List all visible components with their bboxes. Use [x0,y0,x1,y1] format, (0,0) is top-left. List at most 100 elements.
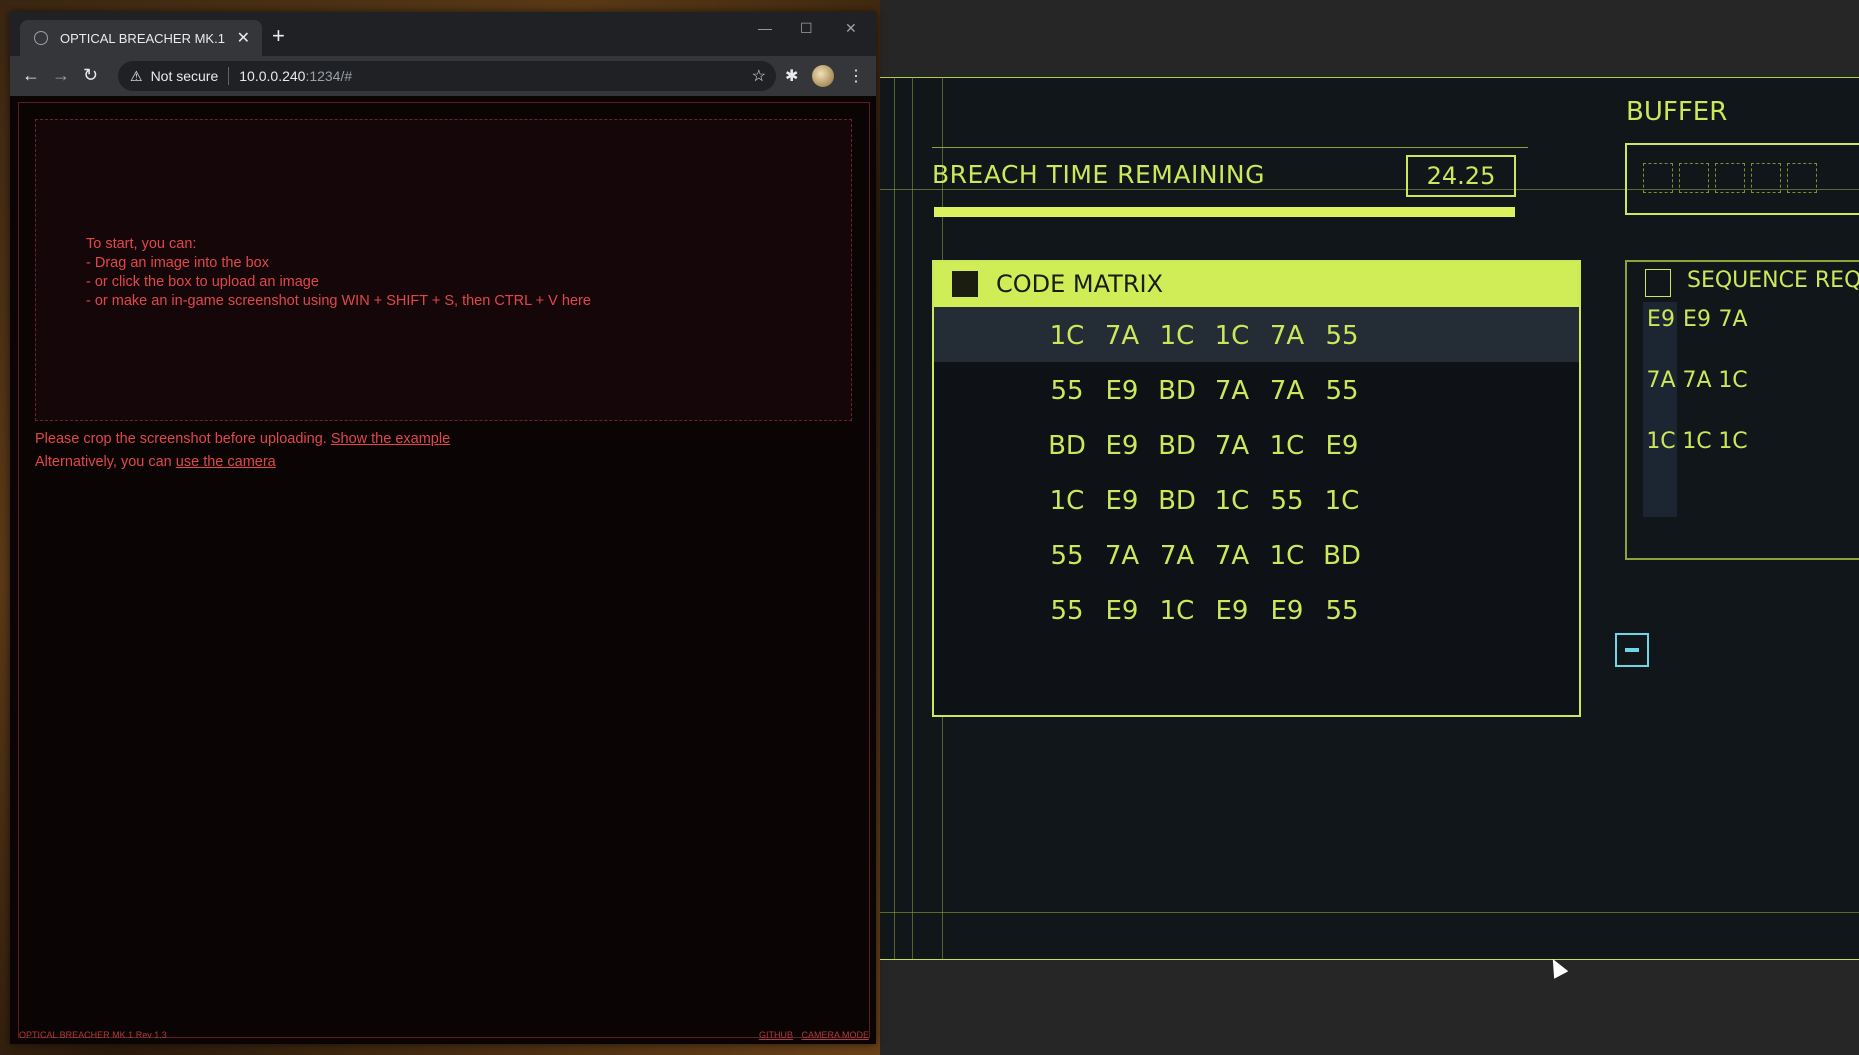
frame-line [880,77,1859,78]
code-cell: 1C [1159,321,1195,351]
code-matrix-row: 1C 7A 1C 1C 7A 55 [934,307,1579,362]
show-example-link[interactable]: Show the example [331,431,450,447]
tab-optical-breacher[interactable]: OPTICAL BREACHER MK.1 ✕ [20,20,262,56]
footer-links: GITHUB CAMERA MODE [753,1030,869,1040]
sequence-icon [1645,269,1671,297]
sequence-cell: 1C [1646,429,1676,454]
code-cell: 7A [1104,321,1140,351]
sequence-cell: 7A [1718,307,1748,332]
code-cell: 1C [1049,321,1085,351]
sequence-cell: E9 [1683,307,1711,332]
browser-window: OPTICAL BREACHER MK.1 ✕ + — ☐ ✕ ← → ↻ ⚠ … [10,12,876,1044]
camera-note-text: Alternatively, you can [35,454,172,470]
footer-version: OPTICAL BREACHER MK.1 Rev 1.3 [19,1030,167,1040]
page-content: To start, you can: - Drag an image into … [18,102,870,1040]
code-cell: 7A [1214,376,1250,406]
code-cell: BD [1048,431,1086,461]
code-matrix-row: 55 E9 BD 7A 7A 55 [934,362,1579,417]
buffer-label: BUFFER [1626,97,1728,127]
sequence-title: SEQUENCE REQU [1687,268,1859,293]
sequence-cell: 7A [1646,368,1676,393]
menu-icon[interactable]: ⋮ [848,66,864,86]
omnibox-divider [228,67,230,85]
code-cell: BD [1323,541,1361,571]
code-cell: 7A [1159,541,1195,571]
buffer-slot [1787,163,1817,193]
sequence-cell: E9 [1647,307,1675,332]
code-cell: E9 [1325,431,1359,461]
instruction-line: - Drag an image into the box [86,255,269,271]
breach-divider [932,147,1528,148]
sequence-cell: 1C [1718,368,1748,393]
code-cell: E9 [1270,596,1304,626]
buffer-slot [1643,163,1673,193]
buffer-slot [1679,163,1709,193]
url-host: 10.0.0.240 [239,68,306,84]
code-cell: 7A [1214,431,1250,461]
code-cell: 7A [1214,541,1250,571]
code-cell: 1C [1269,431,1305,461]
use-camera-link[interactable]: use the camera [176,454,276,470]
code-cell: 1C [1324,486,1360,516]
frame-line [894,77,895,960]
buffer-box [1625,143,1859,215]
sequence-panel: SEQUENCE REQU E9 E9 7A 7A 7A 1C 1C 1C 1C [1625,260,1859,560]
profile-avatar[interactable] [812,65,834,87]
code-matrix-row: BD E9 BD 7A 1C E9 [934,417,1579,472]
bookmark-star-icon[interactable]: ☆ [752,66,766,86]
instruction-line: To start, you can: [86,236,197,252]
code-cell: 1C [1214,486,1250,516]
code-cell: 55 [1050,596,1084,626]
dropzone-instructions: To start, you can: - Drag an image into … [86,235,591,311]
code-cell: 1C [1214,321,1250,351]
crop-note: Please crop the screenshot before upload… [35,431,450,447]
code-matrix-row: 55 E9 1C E9 E9 55 [934,582,1579,637]
back-button[interactable]: ← [22,65,40,85]
sequence-highlight-column [1643,302,1677,517]
code-cell: 1C [1269,541,1305,571]
code-cell: 7A [1104,541,1140,571]
sequence-cell: 7A [1682,368,1712,393]
instruction-line: - or make an in-game screenshot using WI… [86,293,591,309]
code-matrix-logo-icon [952,271,978,297]
crop-note-text: Please crop the screenshot before upload… [35,431,327,447]
security-status[interactable]: Not secure [151,68,219,84]
address-bar[interactable]: ⚠ Not secure 10.0.0.240:1234/# ☆ [118,61,776,91]
github-link[interactable]: GITHUB [759,1030,793,1040]
buffer-slot [1751,163,1781,193]
code-matrix-header: CODE MATRIX [934,262,1579,307]
extensions-icon[interactable]: ✱ [785,66,798,86]
url-path: :1234/# [305,68,353,84]
reload-button[interactable]: ↻ [83,65,98,85]
breach-time-bar [934,207,1515,217]
warning-icon[interactable]: ⚠ [130,68,143,85]
camera-note: Alternatively, you can use the camera [35,454,276,470]
code-cell: BD [1158,486,1196,516]
code-matrix-title: CODE MATRIX [996,270,1164,298]
tab-close-icon[interactable]: ✕ [237,28,250,48]
code-cell: E9 [1215,596,1249,626]
forward-button[interactable]: → [52,65,70,85]
minimize-button[interactable]: — [758,20,772,36]
code-cell: E9 [1105,486,1139,516]
code-cell: 55 [1050,376,1084,406]
maximize-button[interactable]: ☐ [800,20,813,37]
sequence-cell: 1C [1682,429,1712,454]
code-cell: BD [1158,376,1196,406]
instruction-line: - or click the box to upload an image [86,274,319,290]
tab-strip: OPTICAL BREACHER MK.1 ✕ + — ☐ ✕ [10,12,876,56]
image-dropzone[interactable]: To start, you can: - Drag an image into … [35,119,852,421]
code-cell: E9 [1105,596,1139,626]
code-matrix-row: 1C E9 BD 1C 55 1C [934,472,1579,527]
minimize-icon[interactable] [1615,633,1649,667]
frame-line [880,959,1859,960]
code-cell: BD [1158,431,1196,461]
close-window-button[interactable]: ✕ [845,20,857,37]
frame-line [912,77,913,960]
new-tab-button[interactable]: + [272,25,285,47]
code-matrix-row: 55 7A 7A 7A 1C BD [934,527,1579,582]
sequence-cell: 1C [1718,429,1748,454]
code-cell: E9 [1105,376,1139,406]
camera-mode-link[interactable]: CAMERA MODE [801,1030,869,1040]
browser-toolbar: ← → ↻ ⚠ Not secure 10.0.0.240:1234/# ☆ ✱… [10,56,876,96]
